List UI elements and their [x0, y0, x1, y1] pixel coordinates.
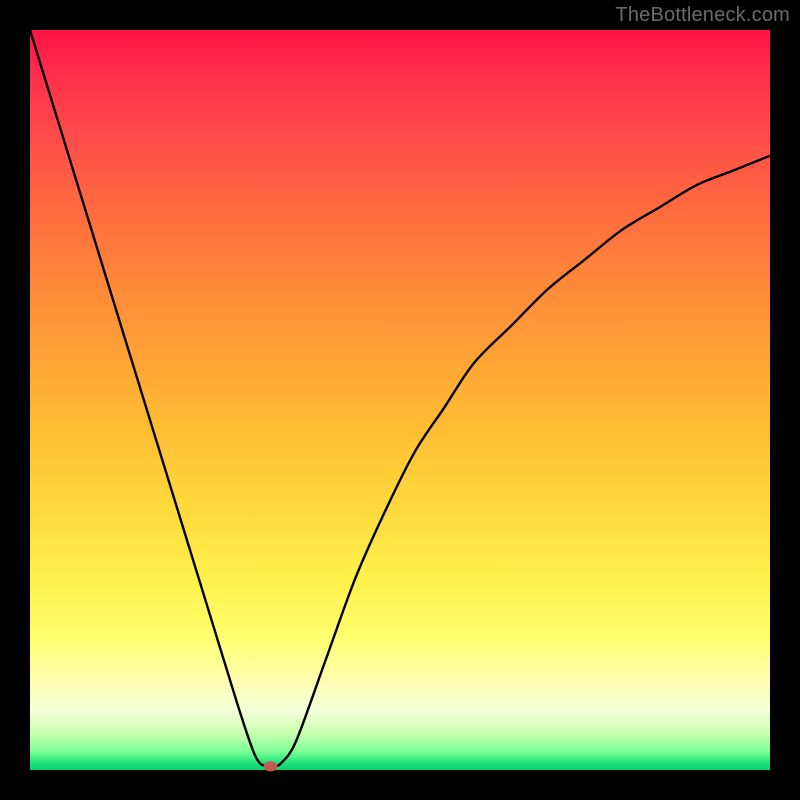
bottleneck-curve [30, 30, 770, 770]
chart-frame: TheBottleneck.com [0, 0, 800, 800]
curve-path [30, 30, 770, 767]
minimum-marker [264, 761, 278, 771]
plot-area [30, 30, 770, 770]
watermark-text: TheBottleneck.com [615, 4, 790, 27]
